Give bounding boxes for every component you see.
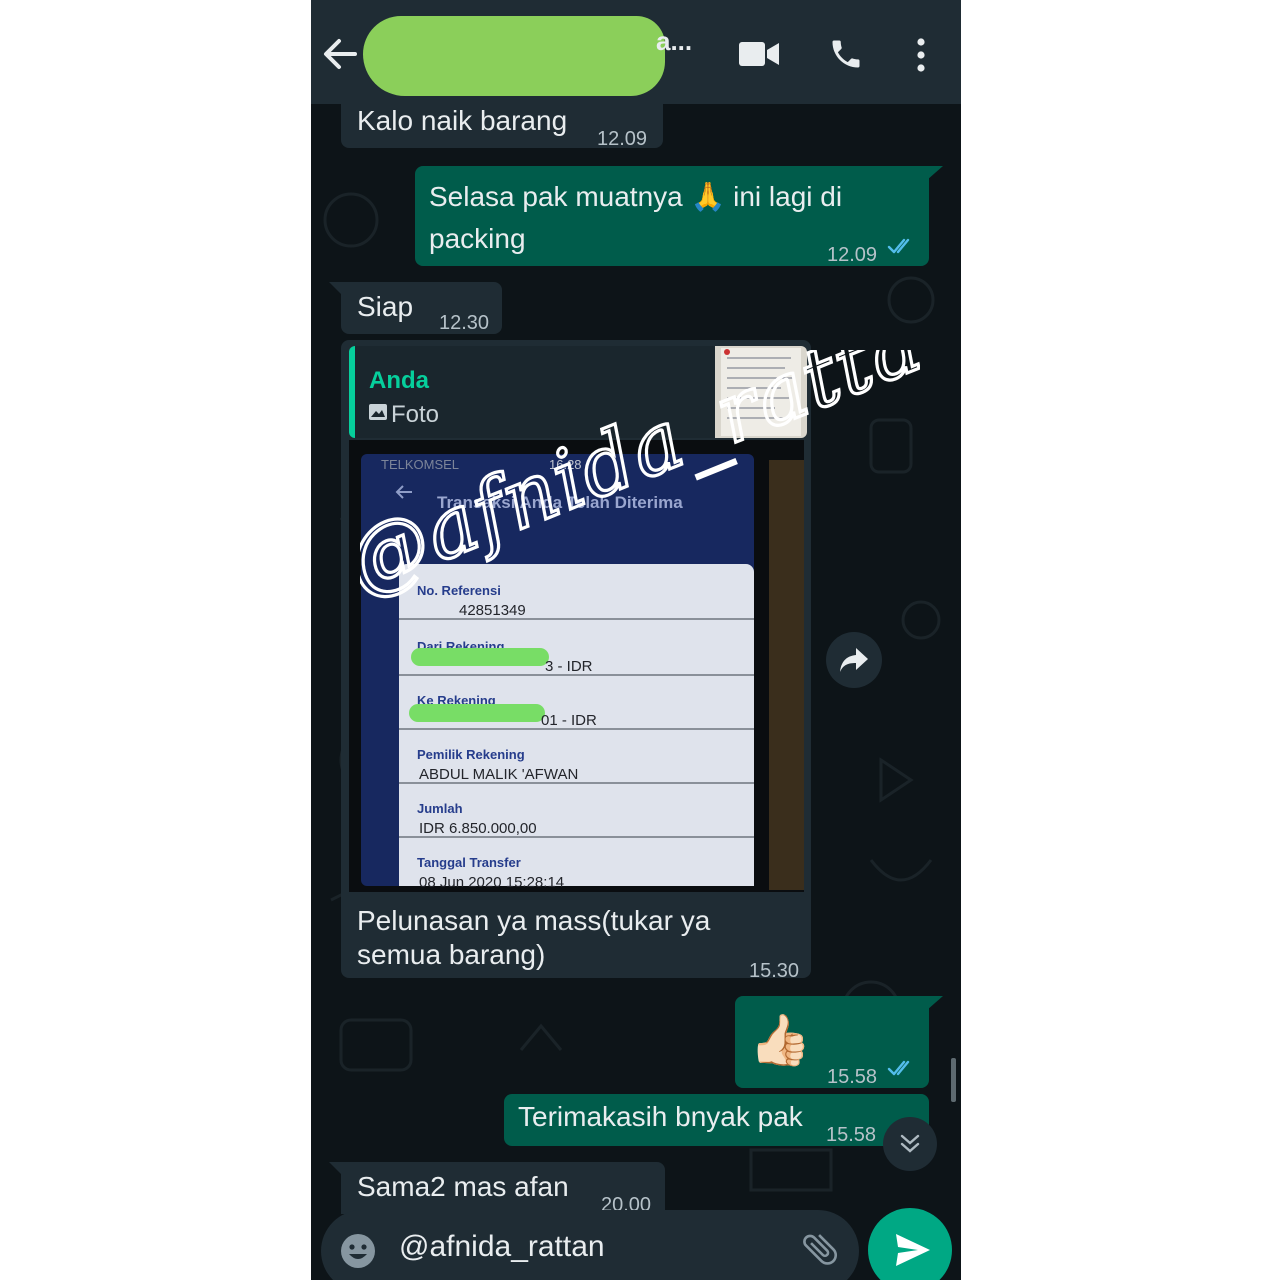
message-input-bar[interactable]: @afnida_rattan xyxy=(321,1210,859,1280)
read-receipt-icon xyxy=(887,1060,910,1076)
phone-icon[interactable] xyxy=(828,36,864,72)
photo-field: Tanggal Transfer 08 Jun 2020 15:28:14 xyxy=(399,836,754,891)
photo-field: Dari Rekening 3 - IDR xyxy=(399,620,754,676)
chat-header: a... xyxy=(311,0,961,104)
scrollbar[interactable] xyxy=(951,1058,956,1102)
message-emoji: 👍🏻 xyxy=(749,1012,812,1068)
emoji-icon[interactable] xyxy=(339,1232,377,1270)
image-caption-line2: semua barang) xyxy=(357,939,546,970)
redaction-mark xyxy=(409,704,545,722)
watermark: @afnida_rattan xyxy=(360,350,920,614)
attach-icon[interactable] xyxy=(799,1228,841,1270)
send-icon xyxy=(896,1234,930,1266)
photo-field-value: 08 Jun 2020 15:28:14 xyxy=(419,874,565,891)
message-outgoing[interactable]: Selasa pak muatnya 🙏 ini lagi di packing… xyxy=(415,166,929,266)
scroll-to-bottom-button[interactable] xyxy=(883,1117,937,1171)
forward-icon xyxy=(840,648,868,672)
message-text: Sama2 mas afan xyxy=(357,1171,569,1202)
message-outgoing[interactable]: Terimakasih bnyak pak 15.58 xyxy=(504,1094,929,1146)
message-outgoing[interactable]: 👍🏻 15.58 xyxy=(735,996,929,1088)
chat-screen: a... Kalo naik barang 12.09 Selasa pak m… xyxy=(311,0,961,1280)
bubble-tail-outgoing xyxy=(927,996,943,1010)
message-text: Siap xyxy=(357,291,414,322)
redaction-mark xyxy=(411,648,549,666)
message-incoming[interactable]: Sama2 mas afan 20.00 xyxy=(341,1162,665,1216)
contact-name-suffix[interactable]: a... xyxy=(656,26,692,57)
watermark-text: @afnida_rattan xyxy=(360,350,920,612)
message-time: 12.09 xyxy=(597,128,648,150)
message-time: 15.58 xyxy=(826,1124,877,1146)
more-vert-icon[interactable] xyxy=(913,38,929,72)
message-text-line2: packing xyxy=(429,223,526,254)
message-time: 12.09 xyxy=(827,244,878,266)
message-input[interactable]: @afnida_rattan xyxy=(399,1230,605,1264)
redacted-contact-name[interactable] xyxy=(363,16,665,96)
photo-field: Ke Rekening 01 - IDR xyxy=(399,674,754,730)
bubble-tail-outgoing xyxy=(927,166,943,180)
message-text: Terimakasih bnyak pak xyxy=(518,1101,803,1132)
photo-field: Pemilik Rekening ABDUL MALIK 'AFWAN xyxy=(399,728,754,784)
double-chevron-down-icon xyxy=(900,1134,920,1153)
read-receipt-icon xyxy=(887,238,910,254)
forward-button[interactable] xyxy=(826,632,882,688)
back-arrow-icon[interactable] xyxy=(323,38,357,70)
message-time: 15.30 xyxy=(749,960,800,982)
message-time: 15.58 xyxy=(827,1066,878,1088)
quote-accent-bar xyxy=(349,346,355,438)
message-incoming[interactable]: Kalo naik barang 12.09 xyxy=(341,102,663,150)
video-call-icon[interactable] xyxy=(739,40,779,68)
message-text-line1: Selasa pak muatnya 🙏 ini lagi di xyxy=(429,181,843,212)
message-incoming[interactable]: Siap 12.30 xyxy=(341,282,502,334)
message-text: Kalo naik barang xyxy=(357,105,568,136)
message-time: 12.30 xyxy=(439,312,490,334)
photo-field: Jumlah IDR 6.850.000,00 xyxy=(399,782,754,838)
